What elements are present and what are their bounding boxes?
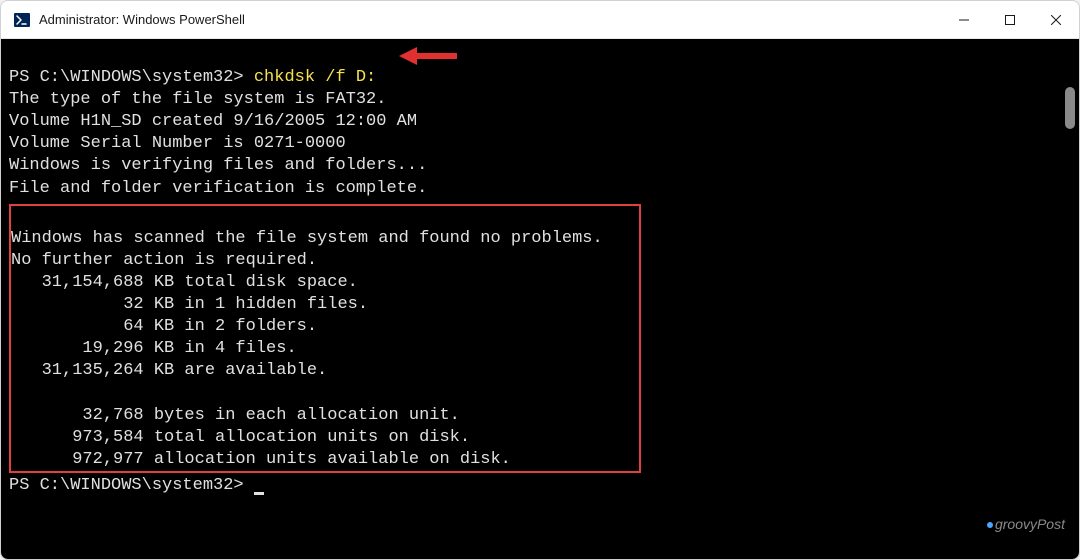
result-line: 32,768 bytes in each allocation unit. [11, 406, 460, 425]
result-line: 972,977 allocation units available on di… [11, 450, 511, 469]
output-line: The type of the file system is FAT32. [9, 90, 386, 109]
result-line: 31,135,264 KB are available. [11, 361, 327, 380]
prompt-path: PS C:\WINDOWS\system32> [9, 68, 254, 87]
window-title: Administrator: Windows PowerShell [39, 12, 941, 27]
result-line: 32 KB in 1 hidden files. [11, 295, 368, 314]
result-line: Windows has scanned the file system and … [11, 229, 603, 248]
result-highlight-box: Windows has scanned the file system and … [9, 204, 641, 473]
arrow-annotation-icon [399, 45, 459, 67]
output-line: Windows is verifying files and folders..… [9, 156, 427, 175]
output-line: Volume H1N_SD created 9/16/2005 12:00 AM [9, 112, 417, 131]
cursor [254, 492, 264, 495]
powershell-window: Administrator: Windows PowerShell PS C:\… [0, 0, 1080, 560]
scrollbar-thumb[interactable] [1065, 87, 1075, 129]
result-line: No further action is required. [11, 251, 317, 270]
output-line: File and folder verification is complete… [9, 179, 427, 198]
watermark-text: groovyPost [995, 516, 1065, 532]
window-controls [941, 1, 1079, 38]
result-line: 973,584 total allocation units on disk. [11, 428, 470, 447]
result-line: 64 KB in 2 folders. [11, 317, 317, 336]
watermark-dot-icon [987, 522, 993, 528]
terminal-content[interactable]: PS C:\WINDOWS\system32> chkdsk /f D: The… [1, 39, 1079, 559]
maximize-button[interactable] [987, 1, 1033, 39]
powershell-icon [13, 11, 31, 29]
command-text: chkdsk /f D: [254, 68, 376, 87]
prompt-path: PS C:\WINDOWS\system32> [9, 476, 254, 495]
output-line: Volume Serial Number is 0271-0000 [9, 134, 346, 153]
result-line: 19,296 KB in 4 files. [11, 339, 297, 358]
close-button[interactable] [1033, 1, 1079, 39]
result-line: 31,154,688 KB total disk space. [11, 273, 358, 292]
watermark: groovyPost [964, 496, 1065, 551]
minimize-button[interactable] [941, 1, 987, 39]
titlebar[interactable]: Administrator: Windows PowerShell [1, 1, 1079, 39]
